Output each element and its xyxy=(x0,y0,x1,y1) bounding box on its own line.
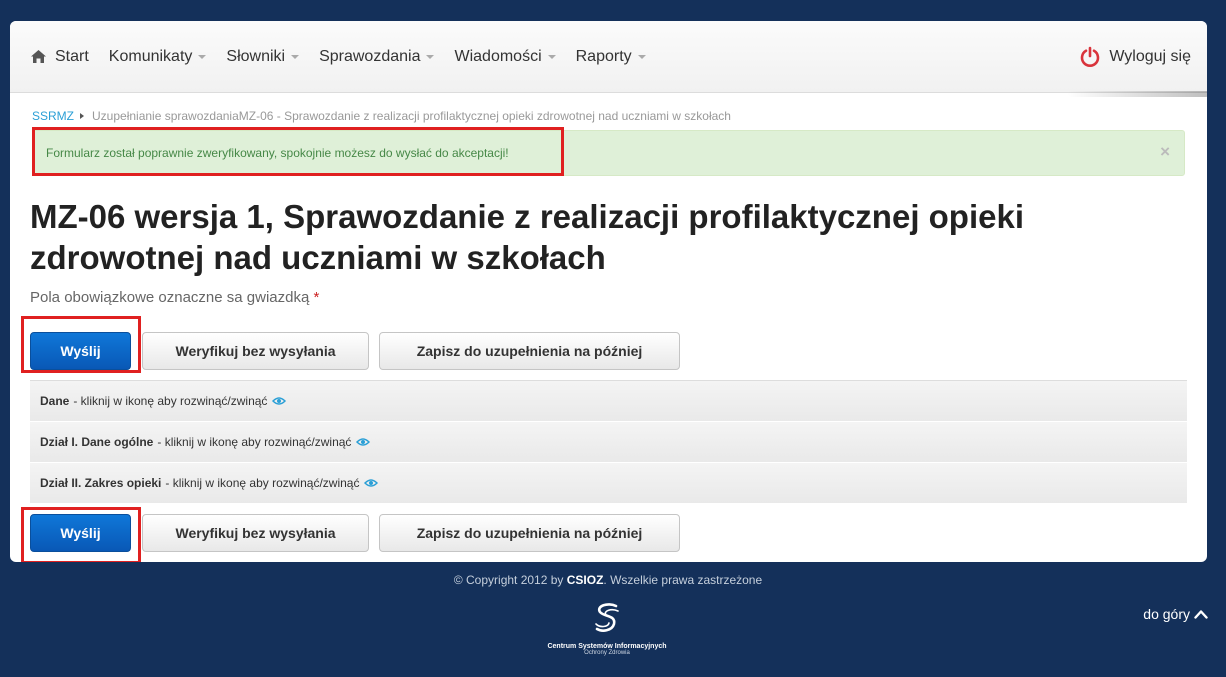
caret-down-icon xyxy=(426,54,435,59)
nav-item-sprawozdania[interactable]: Sprawozdania xyxy=(319,47,435,66)
logout-label: Wyloguj się xyxy=(1109,47,1191,65)
nav-item-slowniki[interactable]: Słowniki xyxy=(226,47,300,66)
nav-item-raporty[interactable]: Raporty xyxy=(576,48,646,66)
back-to-top-link[interactable]: do góry xyxy=(1143,606,1208,622)
logout-button[interactable]: Wyloguj się xyxy=(1079,21,1191,92)
nav-item-komunikaty[interactable]: Komunikaty xyxy=(109,48,207,66)
required-fields-note: Pola obowiązkowe oznaczne sa gwiazdką * xyxy=(30,289,319,306)
breadcrumb-separator-icon xyxy=(80,113,84,119)
breadcrumb-root-link[interactable]: SSRMZ xyxy=(32,109,74,123)
top-navbar: Start Komunikaty Słowniki Sprawozdania W… xyxy=(10,21,1207,97)
home-icon xyxy=(31,50,46,63)
caret-down-icon xyxy=(198,54,207,59)
section-dzial-1[interactable]: Dział I. Dane ogólne - kliknij w ikonę a… xyxy=(30,422,1187,463)
copyright-brand: CSIOZ xyxy=(566,573,604,587)
eye-icon[interactable] xyxy=(356,437,371,447)
footer-copyright: © Copyright 2012 by CSIOZ. Wszelkie praw… xyxy=(0,573,1216,587)
csioz-logo: Centrum Systemów Informacyjnych Ochrony … xyxy=(532,602,682,656)
section-title: Dane xyxy=(40,394,70,408)
section-dane[interactable]: Dane - kliknij w ikonę aby rozwinąć/zwin… xyxy=(30,381,1187,422)
save-later-button-bottom[interactable]: Zapisz do uzupełnienia na później xyxy=(379,514,680,552)
nav-menu: Start Komunikaty Słowniki Sprawozdania W… xyxy=(30,21,666,92)
highlight-box-send-bottom xyxy=(21,507,141,562)
highlight-box-alert xyxy=(32,127,564,176)
caret-down-icon xyxy=(637,54,646,59)
eye-icon[interactable] xyxy=(272,396,287,406)
caret-down-icon xyxy=(547,54,556,59)
nav-item-label: Sprawozdania xyxy=(319,47,421,65)
logo-line-2: Ochrony Zdrowia xyxy=(584,650,630,656)
nav-item-label: Wiadomości xyxy=(454,47,542,65)
nav-item-label: Start xyxy=(55,47,89,65)
eye-icon[interactable] xyxy=(364,478,379,488)
verify-button[interactable]: Weryfikuj bez wysyłania xyxy=(142,332,369,370)
breadcrumb-current: Uzupełnianie sprawozdaniaMZ-06 - Sprawoz… xyxy=(92,109,731,123)
close-icon[interactable]: × xyxy=(1160,143,1170,160)
chevron-up-icon xyxy=(1194,610,1208,619)
nav-item-label: Słowniki xyxy=(226,47,286,65)
section-hint: - kliknij w ikonę aby rozwinąć/zwinąć xyxy=(165,476,360,490)
verify-button-bottom[interactable]: Weryfikuj bez wysyłania xyxy=(142,514,369,552)
nav-item-start[interactable]: Start xyxy=(30,48,89,66)
section-dzial-2[interactable]: Dział II. Zakres opieki - kliknij w ikon… xyxy=(30,463,1187,504)
required-note-text: Pola obowiązkowe oznaczne sa gwiazdką xyxy=(30,289,310,306)
navbar-shadow xyxy=(1067,91,1207,97)
required-asterisk: * xyxy=(313,289,320,306)
nav-item-label: Komunikaty xyxy=(108,47,193,65)
logo-line-1: Centrum Systemów Informacyjnych xyxy=(547,643,667,650)
main-card: Start Komunikaty Słowniki Sprawozdania W… xyxy=(10,21,1207,562)
power-icon xyxy=(1081,46,1100,67)
breadcrumb: SSRMZ Uzupełnianie sprawozdaniaMZ-06 - S… xyxy=(32,109,731,123)
copyright-suffix: . Wszelkie prawa zastrzeżone xyxy=(603,573,763,587)
copyright-prefix: © Copyright 2012 by xyxy=(453,573,567,587)
nav-item-wiadomosci[interactable]: Wiadomości xyxy=(454,47,556,66)
page-title: MZ-06 wersja 1, Sprawozdanie z realizacj… xyxy=(30,198,1025,276)
save-later-button[interactable]: Zapisz do uzupełnienia na później xyxy=(379,332,680,370)
csioz-logo-icon xyxy=(595,603,619,632)
section-title: Dział II. Zakres opieki xyxy=(40,476,162,490)
section-title: Dział I. Dane ogólne xyxy=(40,435,154,449)
section-hint: - kliknij w ikonę aby rozwinąć/zwinąć xyxy=(73,394,268,408)
to-top-label: do góry xyxy=(1143,606,1190,622)
form-sections: Dane - kliknij w ikonę aby rozwinąć/zwin… xyxy=(30,380,1187,504)
caret-down-icon xyxy=(291,54,300,59)
nav-item-label: Raporty xyxy=(575,47,632,65)
highlight-box-send-top xyxy=(21,316,141,373)
section-hint: - kliknij w ikonę aby rozwinąć/zwinąć xyxy=(157,435,352,449)
